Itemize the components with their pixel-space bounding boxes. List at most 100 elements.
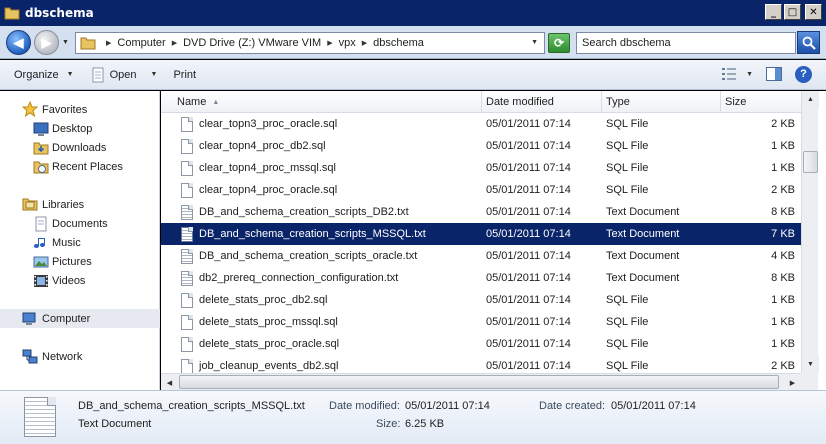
nav-item-pictures[interactable]: Pictures (0, 252, 160, 271)
file-size: 1 KB (771, 294, 795, 306)
nav-item-downloads[interactable]: Downloads (0, 138, 160, 157)
organize-button[interactable]: Organize ▼ (8, 63, 80, 87)
breadcrumb-computer[interactable]: Computer (117, 37, 165, 49)
file-row[interactable]: clear_topn4_proc_db2.sql 05/01/2011 07:14… (161, 135, 801, 157)
column-header-date-modified[interactable]: Date modified (482, 91, 602, 113)
breadcrumb-dbschema[interactable]: dbschema (373, 37, 424, 49)
file-name-cell: clear_topn4_proc_mssql.sql (161, 160, 482, 176)
file-row[interactable]: delete_stats_proc_mssql.sql 05/01/2011 07… (161, 311, 801, 333)
chevron-right-icon[interactable]: ▶ (172, 39, 177, 47)
forward-button[interactable]: ▶ (34, 30, 59, 55)
file-name: delete_stats_proc_db2.sql (199, 294, 328, 306)
nav-computer-label: Computer (42, 312, 91, 325)
chevron-down-icon: ▼ (66, 71, 74, 78)
file-name-cell: clear_topn4_proc_oracle.sql (161, 182, 482, 198)
file-name: clear_topn4_proc_db2.sql (199, 140, 326, 152)
close-button[interactable]: ✕ (805, 4, 822, 20)
minimize-button[interactable]: _ (765, 4, 782, 20)
details-size: 6.25 KB (405, 418, 445, 430)
file-name-cell: job_cleanup_events_db2.sql (161, 358, 482, 374)
file-name-cell: clear_topn4_proc_db2.sql (161, 138, 482, 154)
scrollbar-corner (801, 373, 818, 390)
scroll-right-button[interactable]: ▶ (784, 374, 801, 391)
file-name: clear_topn3_proc_oracle.sql (199, 118, 338, 130)
chevron-right-icon[interactable]: ▶ (327, 39, 332, 47)
breadcrumb-vpx[interactable]: vpx (339, 37, 356, 49)
file-size: 7 KB (771, 228, 795, 240)
file-row[interactable]: clear_topn4_proc_mssql.sql 05/01/2011 07:… (161, 157, 801, 179)
open-button[interactable]: Open ▼ (84, 63, 164, 87)
file-type: SQL File (606, 338, 649, 350)
file-row[interactable]: DB_and_schema_creation_scripts_MSSQL.txt… (161, 223, 801, 245)
file-date-modified: 05/01/2011 07:14 (486, 162, 571, 174)
address-field[interactable]: ▶ Computer ▶ DVD Drive (Z:) VMware VIM ▶… (75, 32, 545, 54)
scroll-up-button[interactable]: ▲ (802, 91, 819, 108)
help-icon[interactable]: ? (795, 65, 812, 83)
nav-item-videos[interactable]: Videos (0, 271, 160, 290)
details-filetype: Text Document (78, 418, 152, 430)
nav-libraries-label: Libraries (42, 198, 85, 211)
file-row[interactable]: delete_stats_proc_db2.sql 05/01/2011 07:1… (161, 289, 801, 311)
file-row[interactable]: DB_and_schema_creation_scripts_DB2.txt 05… (161, 201, 801, 223)
file-row[interactable]: delete_stats_proc_oracle.sql 05/01/2011 0… (161, 333, 801, 355)
folder-icon (4, 7, 20, 20)
document-icon (92, 67, 104, 82)
nav-item-recent-places[interactable]: Recent Places (0, 157, 160, 176)
horizontal-scrollbar[interactable]: ◀ ▶ (161, 373, 801, 391)
horizontal-scroll-thumb[interactable] (179, 375, 779, 389)
nav-item-desktop[interactable]: Desktop (0, 119, 160, 138)
chevron-right-icon[interactable]: ▶ (106, 39, 111, 47)
nav-favorites[interactable]: Favorites (0, 100, 160, 119)
vertical-scroll-thumb[interactable] (803, 151, 818, 173)
scroll-down-button[interactable]: ▼ (802, 356, 819, 373)
preview-pane-button[interactable] (765, 65, 783, 83)
vertical-scrollbar[interactable]: ▲ ▼ (801, 91, 819, 373)
file-name: clear_topn4_proc_oracle.sql (199, 184, 338, 196)
column-header-type[interactable]: Type (602, 91, 721, 113)
column-header-size[interactable]: Size (721, 91, 801, 113)
sql-file-icon (181, 336, 193, 352)
nav-item-music[interactable]: Music (0, 233, 160, 252)
text-document-icon (181, 226, 193, 242)
address-dropdown[interactable]: ▼ (531, 39, 538, 46)
file-row[interactable]: clear_topn3_proc_oracle.sql 05/01/2011 07… (161, 113, 801, 135)
search-button[interactable] (797, 31, 820, 54)
file-date-modified: 05/01/2011 07:14 (486, 228, 571, 240)
nav-item-label: Pictures (52, 255, 92, 268)
nav-item-label: Desktop (52, 122, 93, 135)
sql-file-icon (181, 182, 193, 198)
downloads-folder-icon (33, 142, 49, 155)
back-button[interactable]: ◀ (6, 30, 31, 55)
nav-item-label: Documents (52, 217, 108, 230)
nav-item-documents[interactable]: Documents (0, 214, 160, 233)
nav-computer[interactable]: Computer (0, 309, 160, 328)
chevron-right-icon[interactable]: ▶ (362, 39, 367, 47)
search-input[interactable]: Search dbschema (576, 32, 796, 54)
file-size: 1 KB (771, 140, 795, 152)
file-date-modified: 05/01/2011 07:14 (486, 360, 571, 372)
maximize-button[interactable]: □ (784, 4, 801, 20)
file-row[interactable]: db2_prereq_connection_configuration.txt 0… (161, 267, 801, 289)
scroll-left-button[interactable]: ◀ (161, 374, 178, 391)
nav-network[interactable]: Network (0, 347, 160, 366)
file-date-modified: 05/01/2011 07:14 (486, 272, 571, 284)
back-arrow-icon: ◀ (13, 34, 24, 50)
file-row[interactable]: clear_topn4_proc_oracle.sql 05/01/2011 07… (161, 179, 801, 201)
details-date-modified: 05/01/2011 07:14 (405, 400, 490, 412)
file-name-cell: DB_and_schema_creation_scripts_DB2.txt (161, 204, 482, 220)
file-date-modified: 05/01/2011 07:14 (486, 338, 571, 350)
breadcrumb-dvd-drive[interactable]: DVD Drive (Z:) VMware VIM (183, 37, 321, 49)
file-row[interactable]: DB_and_schema_creation_scripts_oracle.tx… (161, 245, 801, 267)
file-name: db2_prereq_connection_configuration.txt (199, 272, 399, 284)
nav-libraries[interactable]: Libraries (0, 195, 160, 214)
file-type: Text Document (606, 228, 680, 240)
recent-pages-dropdown[interactable]: ▼ (62, 39, 69, 46)
refresh-button[interactable]: ⟳ (548, 33, 570, 53)
nav-favorites-label: Favorites (42, 103, 88, 116)
column-header-name[interactable]: Name ▲ (161, 91, 482, 113)
details-date-created: 05/01/2011 07:14 (611, 400, 696, 412)
chevron-down-icon[interactable]: ▼ (746, 71, 753, 78)
chevron-down-icon[interactable]: ▼ (151, 71, 158, 78)
print-button[interactable]: Print (167, 63, 202, 87)
views-button[interactable] (720, 65, 738, 83)
